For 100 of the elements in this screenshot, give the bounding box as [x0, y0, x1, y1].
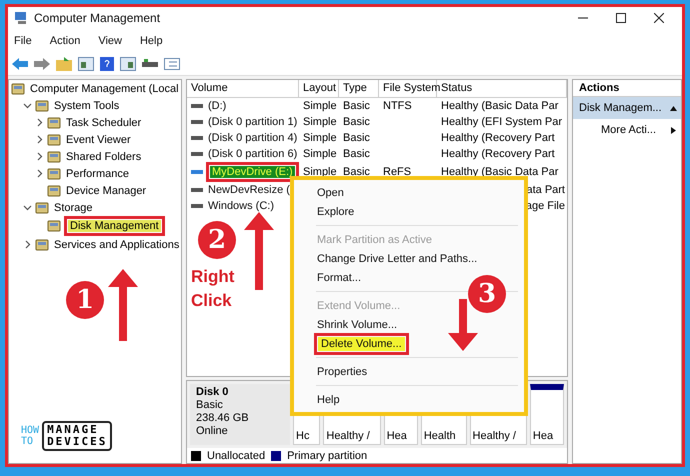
drive-icon[interactable] [142, 59, 158, 69]
menu-item[interactable]: File [12, 35, 34, 47]
chevron-down-icon[interactable] [23, 203, 32, 212]
drive-icon [191, 135, 203, 141]
forward-icon[interactable] [34, 58, 50, 70]
node-icon [47, 150, 61, 164]
logo-text: HOW [21, 425, 40, 436]
legend-label: Primary partition [287, 450, 368, 462]
table-cell[interactable]: (Disk 0 partition 4) [206, 132, 300, 144]
tree-item[interactable]: Task Scheduler [64, 116, 144, 128]
list-icon[interactable] [164, 58, 180, 70]
drive-icon [191, 187, 203, 193]
folder-icon[interactable] [56, 57, 72, 71]
table-cell[interactable]: NewDevResize ( [206, 184, 292, 196]
table-cell[interactable]: (Disk 0 partition 6) [206, 148, 300, 160]
disk-size: 238.46 GB [196, 412, 250, 425]
table-cell: Basic [343, 166, 370, 178]
disk-name: Disk 0 [196, 386, 230, 399]
tree-item[interactable]: Device Manager [64, 184, 148, 196]
node-icon [47, 184, 61, 198]
drive-icon [191, 169, 203, 175]
panel-icon[interactable] [78, 57, 94, 71]
chevron-right-icon[interactable] [23, 240, 32, 249]
column-header[interactable]: Volume [187, 80, 299, 97]
node-icon [11, 82, 25, 96]
tree-item[interactable]: Computer Management (Local [28, 82, 181, 94]
table-cell: Simple [303, 132, 337, 144]
tree-item[interactable]: Storage [52, 202, 95, 214]
table-cell: Basic [343, 132, 370, 144]
table-cell[interactable]: Windows (C:) [206, 200, 276, 212]
tree-item[interactable]: Disk Management [68, 220, 161, 232]
node-icon [47, 132, 61, 146]
up-arrow-icon [108, 269, 138, 341]
up-arrow-icon [244, 212, 274, 290]
column-header[interactable]: Type [339, 80, 379, 97]
menu-item[interactable]: View [96, 35, 124, 47]
legend-label: Unallocated [207, 450, 266, 462]
menu-option[interactable]: Delete Volume... [318, 336, 405, 350]
table-cell: ReFS [383, 166, 412, 178]
table-cell: Basic [343, 148, 370, 160]
table-cell[interactable]: (D:) [206, 100, 228, 112]
panel-icon[interactable] [120, 57, 136, 71]
tree-item[interactable]: Shared Folders [64, 150, 144, 162]
disk-type: Basic [196, 399, 224, 412]
chevron-right-icon[interactable] [35, 118, 44, 127]
partition-block[interactable]: Hea [530, 384, 564, 445]
menu-option[interactable]: Shrink Volume... [314, 318, 400, 332]
table-cell[interactable]: (Disk 0 partition 1) [206, 116, 300, 128]
submenu-arrow-icon [670, 126, 677, 134]
table-cell: Healthy (Basic Data Par [441, 166, 558, 178]
table-cell: Healthy (Recovery Part [441, 132, 555, 144]
node-icon [47, 166, 61, 180]
chevron-right-icon[interactable] [35, 152, 44, 161]
node-icon [35, 98, 49, 112]
tree-item[interactable]: Services and Applications [52, 238, 182, 250]
table-cell: NTFS [383, 100, 412, 112]
table-cell: Healthy (EFI System Par [441, 116, 562, 128]
table-cell: Healthy (Recovery Part [441, 148, 555, 160]
chevron-right-icon[interactable] [35, 135, 44, 144]
node-icon [35, 200, 49, 214]
menu-item[interactable]: Help [138, 35, 165, 47]
table-cell: Basic [343, 100, 370, 112]
chevron-right-icon[interactable] [35, 169, 44, 178]
disk-state: Online [196, 425, 229, 438]
drive-icon [191, 103, 203, 109]
menu-option[interactable]: Explore [314, 204, 358, 218]
column-header[interactable]: Layout [299, 80, 339, 97]
menu-option[interactable]: Properties [314, 364, 370, 378]
back-icon[interactable] [12, 58, 28, 70]
down-arrow-icon [448, 299, 478, 351]
menu-option[interactable]: Help [314, 392, 343, 406]
table-cell[interactable]: MyDevDrive (E:) [210, 166, 295, 178]
maximize-icon[interactable] [616, 13, 626, 23]
annotation-text: Right Click [191, 266, 236, 312]
chevron-down-icon[interactable] [23, 101, 32, 110]
table-cell: Simple [303, 116, 337, 128]
help-icon[interactable] [100, 57, 114, 71]
tree-item[interactable]: Performance [64, 168, 131, 180]
actions-header[interactable]: Disk Managem... [573, 97, 681, 119]
tree-item[interactable]: System Tools [52, 100, 122, 112]
computer-icon [14, 11, 28, 25]
table-cell: Basic [343, 116, 370, 128]
drive-icon [191, 203, 203, 209]
action-link[interactable]: More Acti... [573, 119, 681, 141]
menu-item[interactable]: Action [48, 35, 82, 47]
logo-text: TO [21, 436, 34, 447]
table-cell: Simple [303, 100, 337, 112]
drive-icon [191, 151, 203, 157]
menu-option[interactable]: Format... [314, 270, 364, 284]
window-title: Computer Management [34, 11, 162, 25]
logo-badge: MANAGE DEVICES [42, 421, 112, 451]
collapse-icon [670, 104, 677, 112]
table-cell: Simple [303, 148, 337, 160]
table-cell: Simple [303, 166, 337, 178]
tree-item[interactable]: Event Viewer [64, 134, 133, 146]
table-cell: Healthy (Basic Data Par [441, 100, 558, 112]
menu-option[interactable]: Change Drive Letter and Paths... [314, 252, 480, 266]
menu-option[interactable]: Open [314, 186, 347, 200]
close-icon[interactable] [654, 13, 664, 23]
drive-icon [191, 119, 203, 125]
